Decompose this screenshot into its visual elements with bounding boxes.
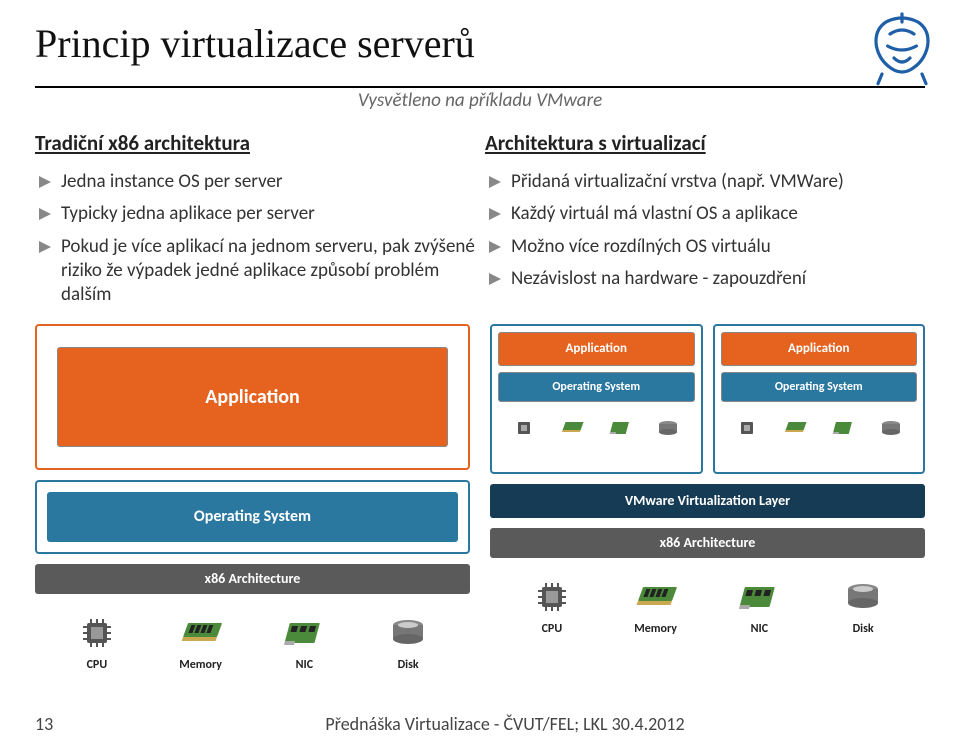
title-rule — [35, 86, 925, 88]
bullet-arrow-icon — [489, 273, 501, 285]
list-item: Každý virtuál má vlastní OS a aplikace — [489, 202, 925, 226]
bullet-arrow-icon — [489, 241, 501, 253]
memory-icon — [604, 576, 708, 618]
vmware-layer-box: VMware Virtualization Layer — [490, 484, 925, 518]
hw-label: NIC — [296, 658, 313, 672]
nic-icon — [253, 612, 357, 654]
hw-label: NIC — [751, 622, 768, 636]
left-heading: Tradiční x86 architektura — [35, 130, 475, 156]
traditional-stack-diagram: Application Operating System x86 Archite… — [35, 324, 470, 672]
bullet-text: Přidaná virtualizační vrstva (např. VMWa… — [511, 170, 844, 194]
list-item: Jedna instance OS per server — [39, 170, 475, 194]
bullet-text: Každý virtuál má vlastní OS a aplikace — [511, 202, 798, 226]
vm-application-box: Application — [498, 332, 695, 366]
disk-icon — [646, 418, 690, 438]
os-box: Operating System — [47, 492, 458, 542]
list-item: Možno více rozdílných OS virtuálu — [489, 235, 925, 259]
hw-memory: Memory — [604, 576, 708, 636]
page-number: 13 — [35, 713, 85, 735]
hw-cpu: CPU — [45, 612, 149, 672]
vm-slot: Application Operating System — [490, 324, 703, 474]
virtualized-stack-diagram: Application Operating System Application… — [490, 324, 925, 672]
disk-icon — [811, 576, 915, 618]
slide-subtitle: Vysvětleno na příkladu VMware — [358, 89, 602, 112]
hw-label: CPU — [542, 622, 563, 636]
x86-box: x86 Architecture — [35, 564, 470, 594]
bullet-text: Pokud je více aplikací na jednom serveru… — [61, 235, 475, 308]
hw-label: Disk — [398, 658, 419, 672]
memory-icon — [149, 612, 253, 654]
bullet-arrow-icon — [489, 176, 501, 188]
hw-nic: NIC — [253, 612, 357, 672]
list-item: Pokud je více aplikací na jednom serveru… — [39, 235, 475, 308]
cvut-lion-logo — [862, 10, 942, 90]
hw-disk: Disk — [356, 612, 460, 672]
left-bullet-list: Jedna instance OS per server Typicky jed… — [35, 170, 475, 308]
memory-icon — [773, 418, 817, 438]
list-item: Přidaná virtualizační vrstva (např. VMWa… — [489, 170, 925, 194]
vm-slot: Application Operating System — [713, 324, 926, 474]
right-heading: Architektura s virtualizací — [485, 130, 925, 156]
bullet-arrow-icon — [39, 208, 51, 220]
vm-os-box: Operating System — [721, 372, 918, 402]
cpu-icon — [502, 417, 546, 439]
x86-box: x86 Architecture — [490, 528, 925, 558]
disk-icon — [356, 612, 460, 654]
nic-icon — [821, 418, 865, 438]
vm-os-box: Operating System — [498, 372, 695, 402]
nic-icon — [598, 418, 642, 438]
hw-disk: Disk — [811, 576, 915, 636]
cpu-icon — [500, 576, 604, 618]
memory-icon — [550, 418, 594, 438]
disk-icon — [869, 418, 913, 438]
hw-memory: Memory — [149, 612, 253, 672]
list-item: Typicky jedna aplikace per server — [39, 202, 475, 226]
bullet-text: Nezávislost na hardware - zapouzdření — [511, 267, 806, 291]
list-item: Nezávislost na hardware - zapouzdření — [489, 267, 925, 291]
hw-cpu: CPU — [500, 576, 604, 636]
right-bullet-list: Přidaná virtualizační vrstva (např. VMWa… — [485, 170, 925, 291]
hw-label: Memory — [179, 658, 222, 672]
cpu-icon — [45, 612, 149, 654]
footer-text: Přednáška Virtualizace - ČVUT/FEL; LKL 3… — [85, 713, 925, 735]
vm-application-box: Application — [721, 332, 918, 366]
nic-icon — [708, 576, 812, 618]
bullet-arrow-icon — [39, 241, 51, 253]
bullet-arrow-icon — [39, 176, 51, 188]
cpu-icon — [725, 417, 769, 439]
bullet-arrow-icon — [489, 208, 501, 220]
slide-title: Princip virtualizace serverů — [35, 20, 925, 67]
bullet-text: Typicky jedna aplikace per server — [61, 202, 315, 226]
application-box: Application — [57, 347, 447, 447]
bullet-text: Možno více rozdílných OS virtuálu — [511, 235, 771, 259]
hw-label: CPU — [87, 658, 108, 672]
hw-label: Disk — [853, 622, 874, 636]
hw-label: Memory — [634, 622, 677, 636]
bullet-text: Jedna instance OS per server — [61, 170, 283, 194]
hw-nic: NIC — [708, 576, 812, 636]
